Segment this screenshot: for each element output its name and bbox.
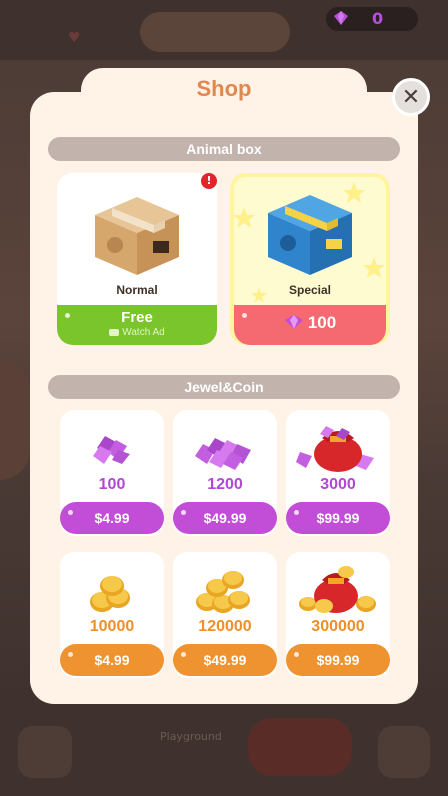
special-buy-button[interactable]: 100	[234, 305, 386, 345]
coin-amount: 10000	[89, 618, 135, 635]
shop-title: Shop	[196, 76, 252, 101]
coin-pack-10000[interactable]: 10000 $4.99	[60, 552, 164, 678]
coin-medium-icon	[196, 571, 250, 613]
top-center-pill	[140, 12, 290, 52]
watch-ad-label: Watch Ad	[122, 327, 165, 338]
jewel-coin-heading: Jewel&Coin	[48, 375, 400, 399]
coin-bag-icon	[299, 566, 376, 613]
jewel-price: $4.99	[94, 510, 130, 526]
coin-buy-button[interactable]: $4.99	[60, 644, 164, 676]
coin-amount: 300000	[311, 618, 365, 635]
jewel-amount: 3000	[320, 476, 356, 493]
gem-icon	[284, 315, 303, 329]
jewel-buy-button[interactable]: $49.99	[173, 502, 277, 534]
normal-box-label: Normal	[116, 283, 158, 297]
video-icon	[109, 328, 120, 336]
animal-box-heading: Animal box	[48, 137, 400, 161]
jewel-amount: 1200	[207, 476, 243, 493]
coin-pack-120000[interactable]: 120000 $49.99	[173, 552, 277, 678]
coin-buy-button[interactable]: $49.99	[173, 644, 277, 676]
coin-pack-300000[interactable]: 300000 $99.99	[286, 552, 390, 678]
free-label: Free	[121, 309, 153, 326]
normal-box-card[interactable]: Normal Free Watch Ad	[57, 173, 217, 345]
alert-badge: !	[201, 173, 217, 189]
gem-count: 0	[372, 9, 384, 28]
coin-price: $49.99	[203, 652, 247, 668]
coin-price: $4.99	[94, 652, 130, 668]
blue-box-icon	[268, 195, 352, 275]
close-icon: ✕	[401, 84, 421, 110]
bottom-left-button[interactable]	[18, 726, 72, 778]
jewel-pack-1200[interactable]: 1200 $49.99	[173, 410, 277, 536]
jewel-price: $99.99	[316, 510, 360, 526]
side-decoration	[0, 360, 30, 480]
special-price: 100	[307, 313, 337, 332]
jewel-buy-button[interactable]: $4.99	[60, 502, 164, 534]
heart-icon: ♥	[68, 30, 81, 46]
jewel-buy-button[interactable]: $99.99	[286, 502, 390, 534]
jewel-small-icon	[93, 436, 130, 464]
coin-small-icon	[90, 576, 130, 612]
jewel-pack-3000[interactable]: 3000 $99.99	[286, 410, 390, 536]
coin-amount: 120000	[198, 618, 252, 635]
coin-buy-button[interactable]: $99.99	[286, 644, 390, 676]
free-watch-ad-button[interactable]: Free Watch Ad	[57, 305, 217, 345]
cardboard-box-icon	[95, 197, 179, 275]
jewel-medium-icon	[195, 438, 251, 470]
close-button[interactable]: ✕	[392, 78, 430, 116]
jewel-price: $49.99	[203, 510, 247, 526]
bottom-label: Playground	[160, 730, 222, 743]
jewel-amount: 100	[98, 476, 126, 493]
jewel-bag-icon	[296, 426, 374, 472]
bottom-center-button[interactable]	[248, 718, 352, 776]
special-box-label: Special	[288, 283, 332, 297]
special-box-card[interactable]: Special 100	[230, 173, 390, 345]
jewel-pack-100[interactable]: 100 $4.99	[60, 410, 164, 536]
coin-price: $99.99	[316, 652, 360, 668]
bottom-right-button[interactable]	[378, 726, 430, 778]
gem-icon	[334, 11, 348, 25]
